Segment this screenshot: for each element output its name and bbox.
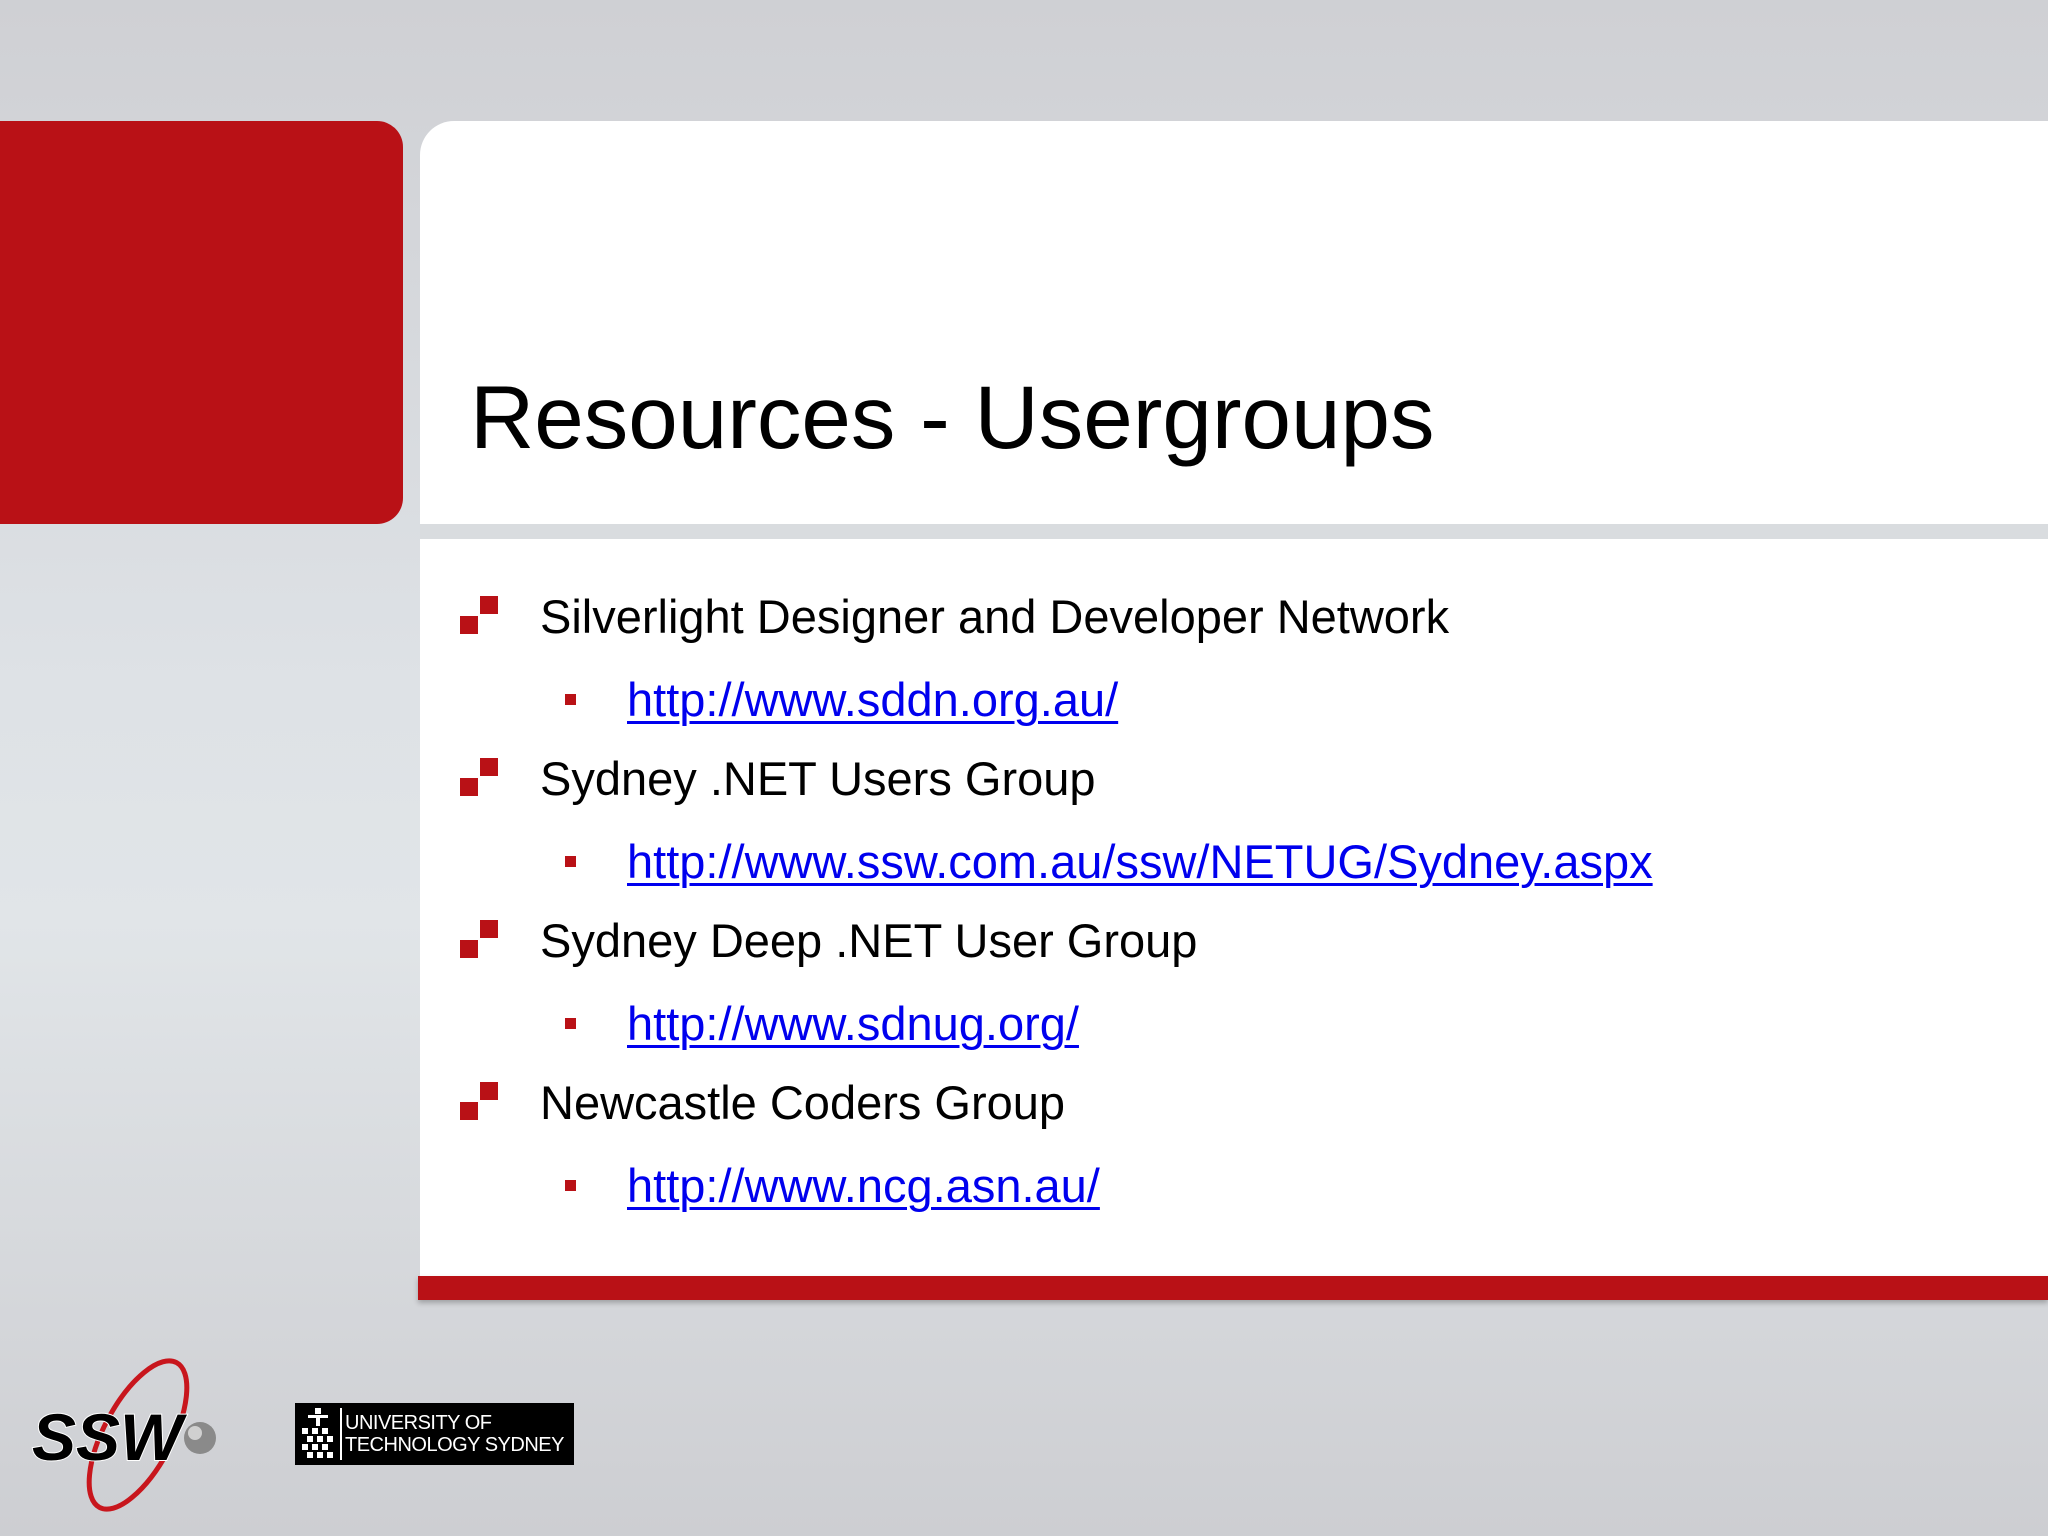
usergroup-link[interactable]: http://www.ncg.asn.au/ xyxy=(627,1162,1100,1209)
bullet-icon xyxy=(460,1082,498,1120)
content-panel: Silverlight Designer and Developer Netwo… xyxy=(420,539,2048,1276)
usergroup-link[interactable]: http://www.sddn.org.au/ xyxy=(627,676,1118,723)
sub-bullet-icon xyxy=(565,1180,576,1191)
sub-bullet-icon xyxy=(565,856,576,867)
uts-emblem-icon xyxy=(302,1408,333,1458)
uts-wordmark: UNIVERSITY OF TECHNOLOGY SYDNEY xyxy=(345,1412,564,1456)
footer-accent-bar xyxy=(418,1276,2048,1300)
svg-text:SSW: SSW xyxy=(32,1400,187,1474)
ssw-logo: SSW xyxy=(28,1350,238,1520)
usergroup-name: Newcastle Coders Group xyxy=(540,1076,1066,1129)
usergroup-link[interactable]: http://www.ssw.com.au/ssw/NETUG/Sydney.a… xyxy=(627,838,1653,885)
title-panel: Resources - Usergroups xyxy=(420,121,2048,524)
bullet-icon xyxy=(460,920,498,958)
title-separator xyxy=(420,524,2048,539)
sub-bullet-icon xyxy=(565,694,576,705)
uts-logo: UNIVERSITY OF TECHNOLOGY SYDNEY xyxy=(295,1403,574,1465)
usergroup-name: Silverlight Designer and Developer Netwo… xyxy=(540,590,1450,643)
bullet-icon xyxy=(460,596,498,634)
title-accent-block xyxy=(0,121,403,524)
bullet-icon xyxy=(460,758,498,796)
sub-bullet-icon xyxy=(565,1018,576,1029)
usergroup-name: Sydney .NET Users Group xyxy=(540,752,1096,805)
usergroup-link[interactable]: http://www.sdnug.org/ xyxy=(627,1000,1079,1047)
slide-title: Resources - Usergroups xyxy=(470,367,1435,467)
usergroup-name: Sydney Deep .NET User Group xyxy=(540,914,1198,967)
